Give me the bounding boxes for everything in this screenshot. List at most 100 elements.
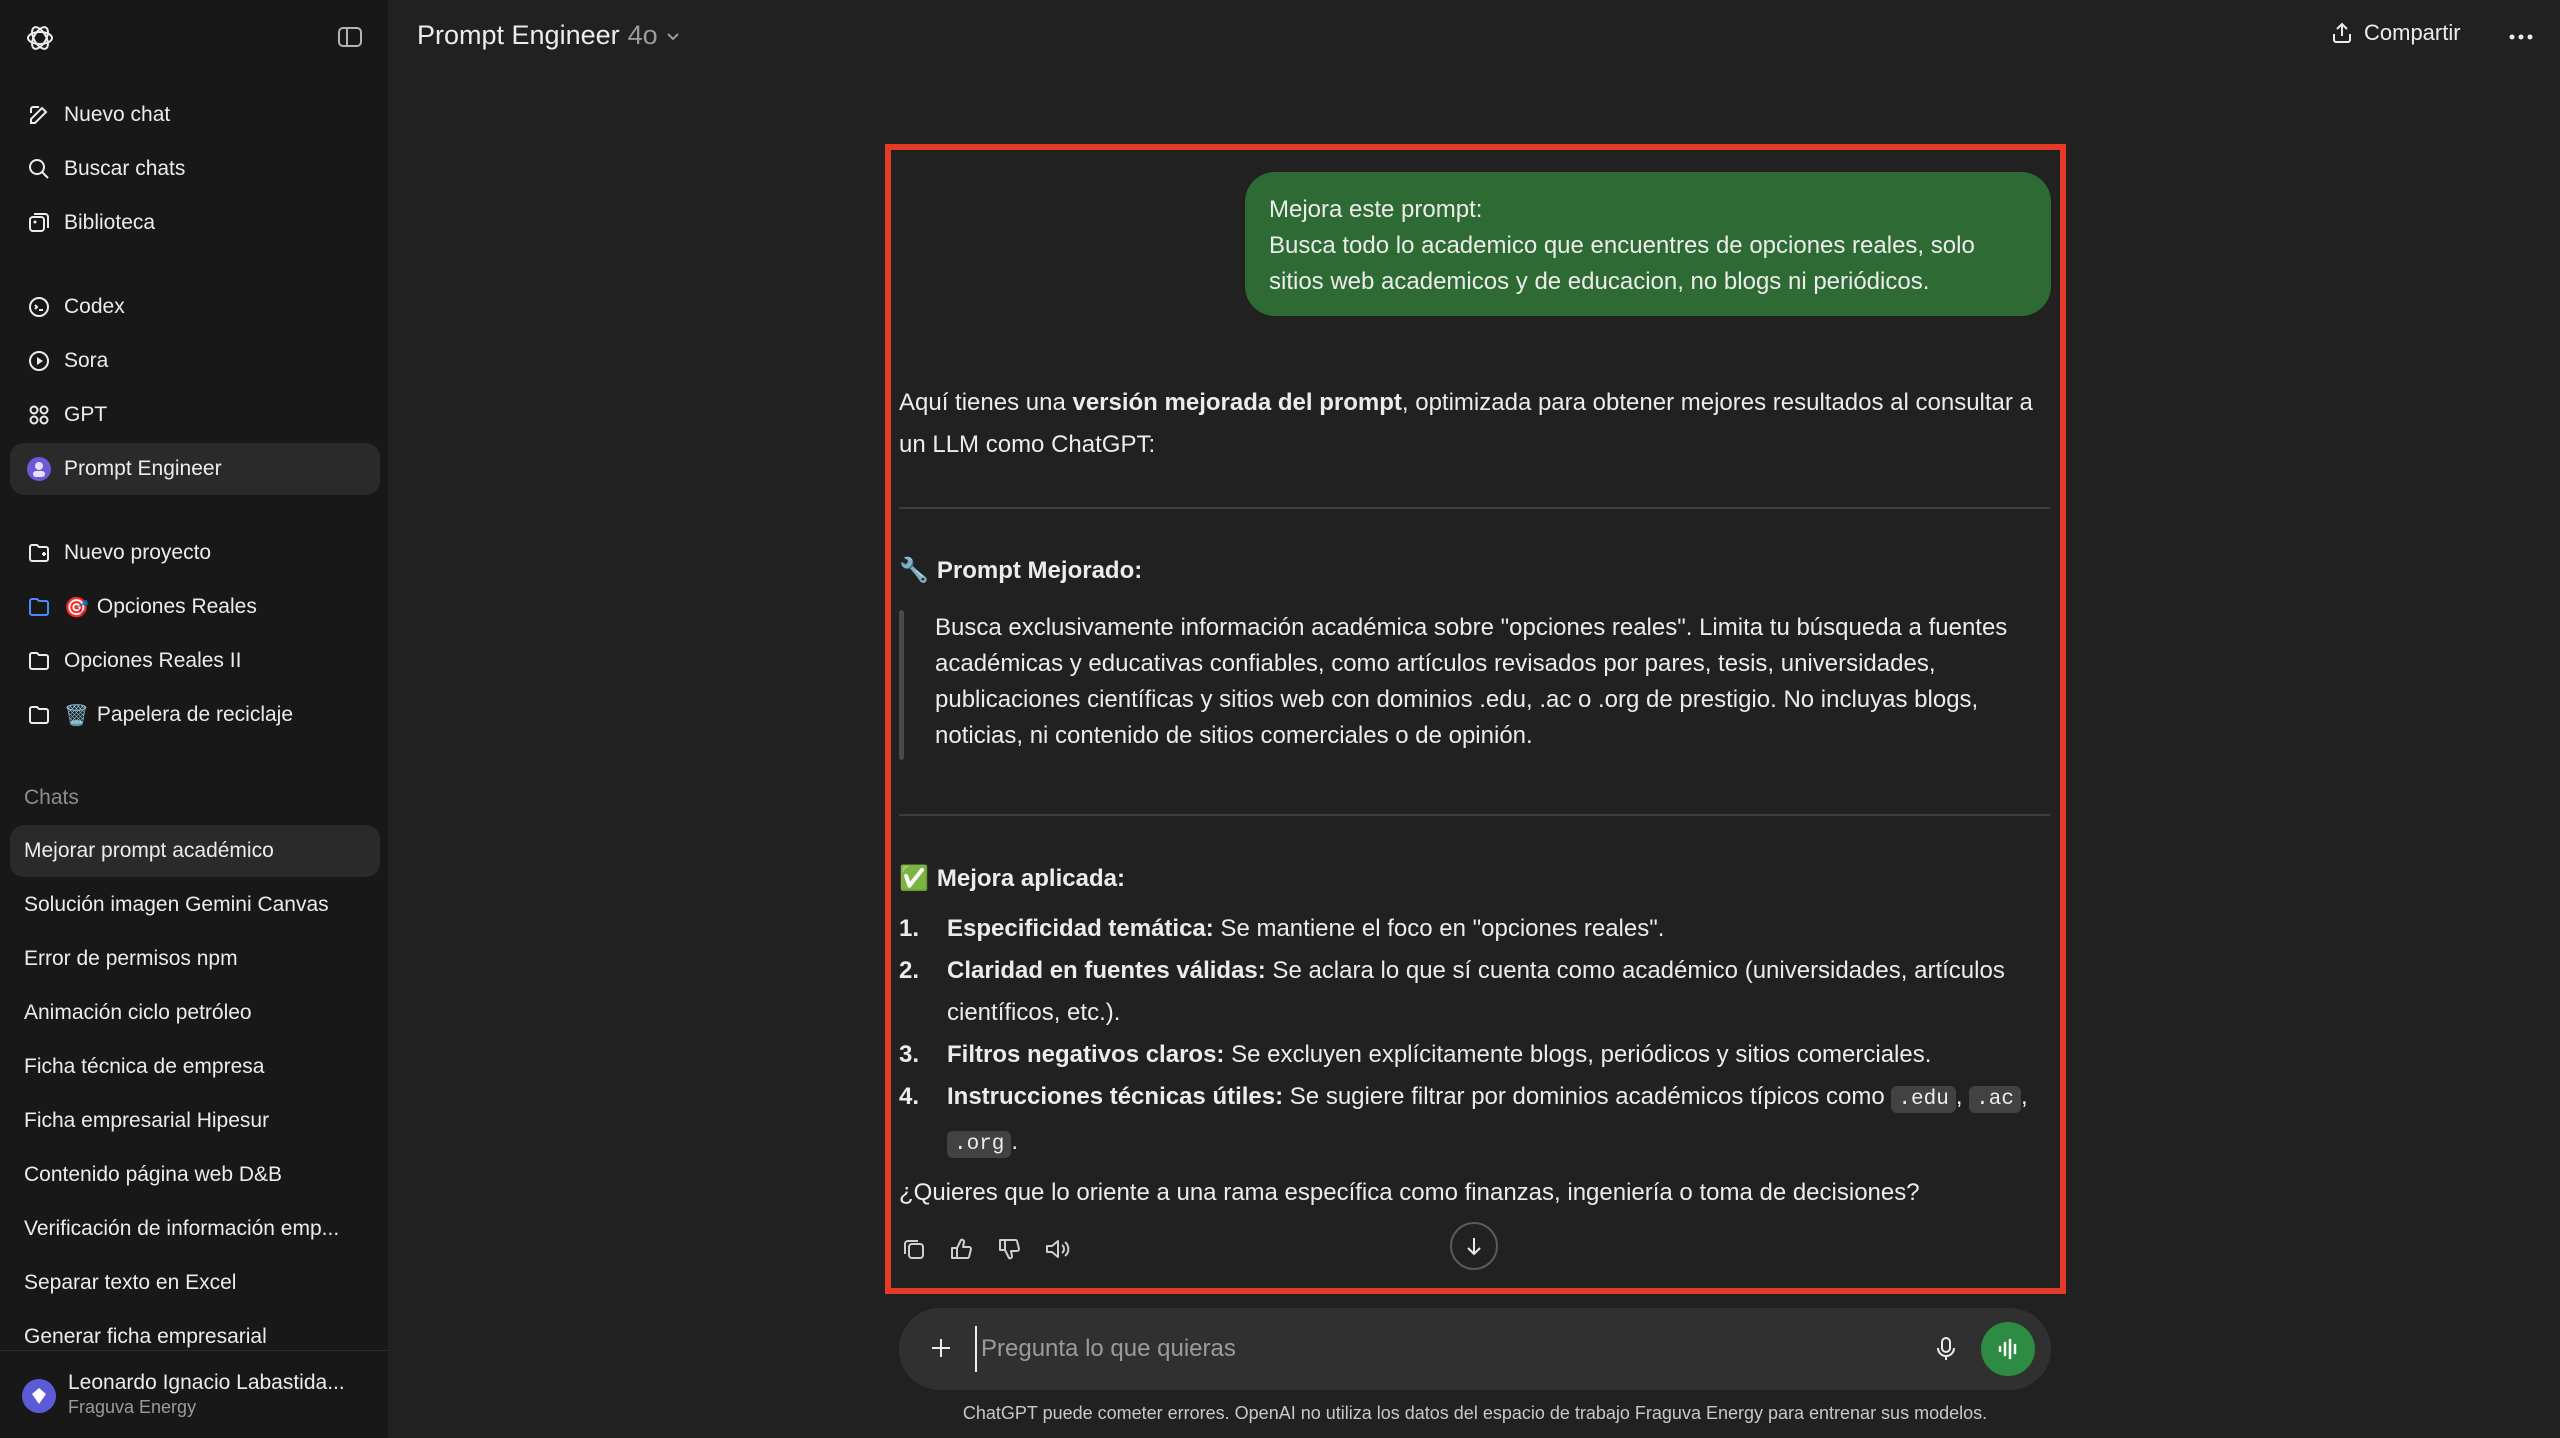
sidebar-item-label: GPT	[64, 403, 108, 426]
sidebar-item-opciones-reales-ii[interactable]: Opciones Reales II	[10, 635, 380, 687]
composer	[899, 1308, 2051, 1390]
chat-item[interactable]: Contenido página web D&B	[10, 1149, 380, 1201]
user-account[interactable]: Leonardo Ignacio Labastida... Fraguva En…	[0, 1350, 388, 1438]
folder-icon	[26, 702, 52, 728]
chat-item[interactable]: Mejorar prompt académico	[10, 825, 380, 877]
more-options-button[interactable]	[2506, 22, 2536, 52]
sora-icon	[26, 348, 52, 374]
section-title: Mejora aplicada:	[936, 864, 1125, 892]
copy-icon	[904, 1240, 924, 1259]
codex-icon	[26, 294, 52, 320]
sidebar-item-label: Nuevo proyecto	[64, 541, 212, 564]
inline-code: .ac	[1969, 1086, 2021, 1113]
section-title: Prompt Mejorado:	[936, 556, 1143, 584]
assistant-intro: Aquí tienes una versión mejorada del pro…	[899, 382, 2049, 466]
user-message-line: Mejora este prompt:	[1269, 196, 1483, 223]
share-label: Compartir	[2364, 20, 2461, 45]
list-text: Se excluyen explícitamente blogs, periód…	[1224, 1041, 1932, 1068]
sidebar-item-label: Opciones Reales	[96, 595, 257, 618]
sidebar-item-prompt-engineer[interactable]: Prompt Engineer	[10, 443, 380, 495]
user-org: Fraguva Energy	[68, 1397, 197, 1417]
inline-code: .edu	[1891, 1086, 1956, 1113]
chat-item[interactable]: Error de permisos npm	[10, 933, 380, 985]
share-button[interactable]: Compartir	[2330, 20, 2461, 46]
voice-waveform-icon	[1998, 1338, 2017, 1360]
list-text: Se mantiene el foco en "opciones reales"…	[1213, 915, 1665, 942]
list-bold: Especificidad temática:	[947, 915, 1214, 942]
chat-item[interactable]: Ficha empresarial Hipesur	[10, 1095, 380, 1147]
voice-mode-button[interactable]	[1981, 1322, 2035, 1376]
microphone-icon	[1937, 1337, 1955, 1360]
read-aloud-button[interactable]	[1043, 1234, 1073, 1264]
chat-item[interactable]: Separar texto en Excel	[10, 1257, 380, 1309]
sidebar-item-gpt[interactable]: GPT	[10, 389, 380, 441]
sidebar-item-label: Papelera de reciclaje	[96, 703, 294, 726]
sidebar-item-new-chat[interactable]: Nuevo chat	[10, 89, 380, 141]
intro-text: Aquí tienes una	[899, 389, 1073, 416]
user-diamond-icon	[32, 1388, 46, 1404]
model-version: 4o	[627, 20, 658, 50]
prompt-input[interactable]	[975, 1326, 1875, 1372]
list-number: 2.	[899, 957, 920, 984]
folder-icon	[26, 594, 52, 620]
sidebar-item-label: Biblioteca	[64, 211, 156, 234]
chat-item[interactable]: Solución imagen Gemini Canvas	[10, 879, 380, 931]
new-folder-icon	[26, 540, 52, 566]
list-text: Se sugiere filtrar por dominios académic…	[1283, 1083, 1892, 1110]
chat-item[interactable]: Verificación de información emp...	[10, 1203, 380, 1255]
arrow-down-icon	[1467, 1238, 1481, 1256]
sidebar-item-label: Nuevo chat	[64, 103, 171, 126]
list-number: 3.	[899, 1041, 920, 1068]
disclaimer: ChatGPT puede cometer errores. OpenAI no…	[962, 1403, 1988, 1423]
sidebar-item-papelera[interactable]: 🗑️ Papelera de reciclaje	[10, 689, 380, 741]
copy-button[interactable]	[899, 1234, 929, 1264]
chats-heading: Chats	[24, 786, 79, 809]
message-actions	[899, 1234, 1091, 1264]
thumbs-up-icon	[951, 1238, 972, 1260]
scroll-to-bottom-button[interactable]	[1450, 1222, 1498, 1270]
dictate-button[interactable]	[1929, 1332, 1963, 1366]
new-chat-icon	[26, 102, 52, 128]
openai-logo-icon[interactable]	[24, 22, 56, 54]
sidebar-item-codex[interactable]: Codex	[10, 281, 380, 333]
thumbs-up-button[interactable]	[947, 1234, 977, 1264]
sidebar-item-label: Codex	[64, 295, 125, 318]
sidebar-item-search-chats[interactable]: Buscar chats	[10, 143, 380, 195]
list-number: 4.	[899, 1083, 920, 1110]
add-attachment-button[interactable]	[923, 1330, 959, 1366]
chat-item[interactable]: Animación ciclo petróleo	[10, 987, 380, 1039]
sidebar-item-new-project[interactable]: Nuevo proyecto	[10, 527, 380, 579]
sidebar-toggle-icon[interactable]	[337, 24, 363, 50]
section-heading: ✅ Mejora aplicada:	[899, 864, 1125, 893]
intro-bold: versión mejorada del prompt	[1072, 389, 1402, 416]
blockquote-bar	[899, 610, 904, 760]
chevron-down-icon	[666, 32, 679, 40]
thumbs-down-button[interactable]	[995, 1234, 1025, 1264]
inline-code: .org	[947, 1131, 1012, 1158]
sidebar: Nuevo chat Buscar chats Biblioteca Codex…	[0, 0, 388, 1438]
user-name: Leonardo Ignacio Labastida...	[68, 1371, 345, 1394]
thumbs-down-icon	[999, 1238, 1020, 1260]
divider	[899, 814, 2050, 816]
gpt-grid-icon	[26, 402, 52, 428]
library-icon	[26, 210, 52, 236]
prompt-engineer-avatar-icon	[26, 456, 52, 482]
divider	[899, 507, 2050, 509]
sidebar-item-label: Sora	[64, 349, 109, 372]
list-number: 1.	[899, 915, 920, 942]
speaker-icon	[1046, 1240, 1070, 1258]
sidebar-item-library[interactable]: Biblioteca	[10, 197, 380, 249]
user-message-line: Busca todo lo academico que encuentres d…	[1269, 232, 1975, 295]
punctuation: ,	[2020, 1083, 2028, 1110]
target-emoji-icon: 🎯	[64, 596, 89, 619]
list-bold: Claridad en fuentes válidas:	[947, 957, 1266, 984]
user-message: Mejora este prompt: Busca todo lo academ…	[1245, 172, 2051, 316]
chat-item[interactable]: Ficha técnica de empresa	[10, 1041, 380, 1093]
model-selector[interactable]: Prompt Engineer 4o	[417, 20, 682, 51]
sidebar-item-sora[interactable]: Sora	[10, 335, 380, 387]
assistant-question: ¿Quieres que lo oriente a una rama espec…	[899, 1179, 1920, 1206]
ellipsis-icon	[2509, 34, 2533, 40]
sidebar-item-opciones-reales[interactable]: 🎯 Opciones Reales	[10, 581, 380, 633]
trash-emoji-icon: 🗑️	[64, 704, 89, 727]
avatar	[22, 1379, 56, 1413]
